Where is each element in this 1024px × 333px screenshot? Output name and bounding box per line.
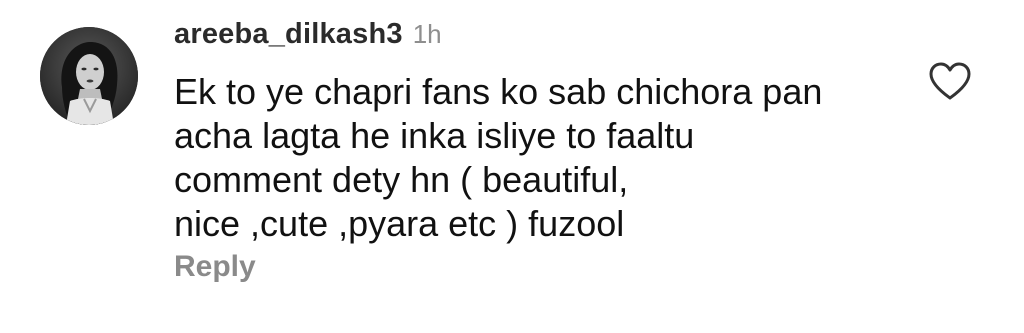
comment-text: Ek to ye chapri fans ko sab chichora pan… bbox=[174, 70, 894, 246]
avatar-image bbox=[40, 27, 138, 125]
comment-text-line: comment dety hn ( beautiful, bbox=[174, 159, 629, 200]
heart-outline-icon bbox=[929, 62, 971, 100]
username[interactable]: areeba_dilkash3 bbox=[174, 18, 403, 51]
comment-body: areeba_dilkash3 1h Ek to ye chapri fans … bbox=[174, 18, 894, 246]
comment-text-line: acha lagta he inka isliye to faaltu bbox=[174, 115, 695, 156]
comment-item: areeba_dilkash3 1h Ek to ye chapri fans … bbox=[0, 0, 1024, 333]
like-button[interactable] bbox=[928, 61, 972, 101]
reply-button[interactable]: Reply bbox=[174, 250, 256, 284]
comment-text-line: nice ,cute ,pyara etc ) fuzool bbox=[174, 203, 625, 244]
comment-text-line: Ek to ye chapri fans ko sab chichora pan bbox=[174, 71, 823, 112]
timestamp: 1h bbox=[412, 19, 442, 49]
avatar[interactable] bbox=[40, 27, 138, 125]
comment-meta: areeba_dilkash3 1h bbox=[174, 18, 894, 62]
